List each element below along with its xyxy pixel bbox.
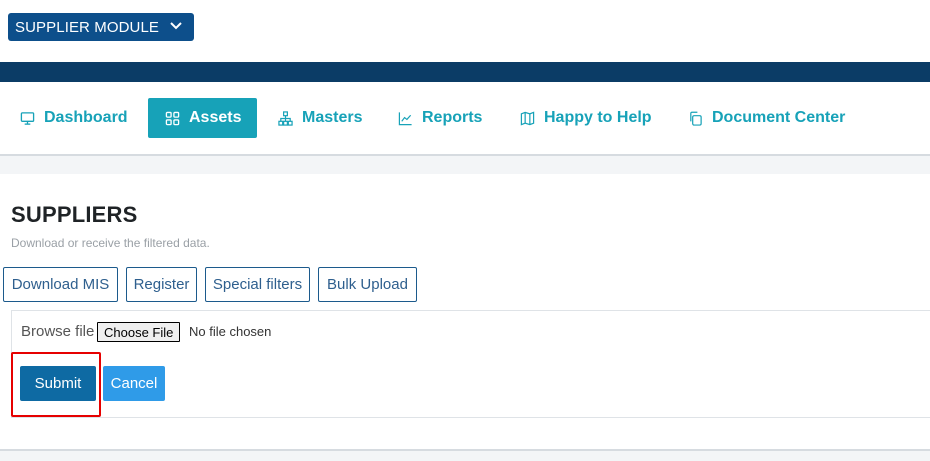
- page-title: SUPPLIERS: [11, 202, 138, 227]
- upload-panel: Browse file Choose File No file chosen S…: [11, 310, 930, 418]
- nav-item-label: Assets: [189, 109, 242, 126]
- register-button[interactable]: Register: [126, 267, 197, 302]
- nav-item-label: Reports: [422, 109, 483, 126]
- chevron-down-icon: [170, 22, 182, 30]
- bottom-strip: [0, 451, 930, 461]
- nav-item-assets[interactable]: Assets: [148, 98, 258, 138]
- page-subtitle: Download or receive the filtered data.: [11, 236, 210, 250]
- module-select-label: SUPPLIER MODULE: [15, 18, 160, 36]
- nav-item-label: Document Center: [712, 109, 846, 126]
- nav-item-reports[interactable]: Reports: [398, 98, 482, 138]
- browse-file-label: Browse file: [21, 323, 95, 340]
- line-chart-icon: [398, 111, 412, 125]
- header-band: [0, 62, 930, 82]
- special-filters-button[interactable]: Special filters: [205, 267, 310, 302]
- grid-icon: [165, 111, 180, 125]
- nav-item-happy-to-help[interactable]: Happy to Help: [520, 98, 652, 138]
- file-status-text: No file chosen: [189, 324, 272, 339]
- copy-icon: [690, 111, 702, 126]
- nav-item-masters[interactable]: Masters: [278, 98, 362, 138]
- map-icon: [520, 111, 535, 125]
- content-top-strip: [0, 156, 930, 174]
- submit-button[interactable]: Submit: [20, 366, 96, 401]
- nav-item-label: Masters: [302, 109, 363, 126]
- nav-item-label: Dashboard: [44, 109, 128, 126]
- download-mis-button[interactable]: Download MIS: [3, 267, 118, 302]
- choose-file-button[interactable]: Choose File: [97, 322, 181, 342]
- cancel-button[interactable]: Cancel: [103, 366, 165, 401]
- sitemap-icon: [278, 110, 293, 126]
- nav-item-dashboard[interactable]: Dashboard: [20, 98, 128, 138]
- monitor-icon: [20, 111, 35, 125]
- nav-item-label: Happy to Help: [544, 109, 652, 126]
- main-nav: Dashboard Assets Masters Reports Happy t…: [0, 82, 930, 154]
- bulk-upload-button[interactable]: Bulk Upload: [318, 267, 417, 302]
- module-select[interactable]: SUPPLIER MODULE: [8, 13, 194, 41]
- nav-item-document-center[interactable]: Document Center: [688, 98, 845, 138]
